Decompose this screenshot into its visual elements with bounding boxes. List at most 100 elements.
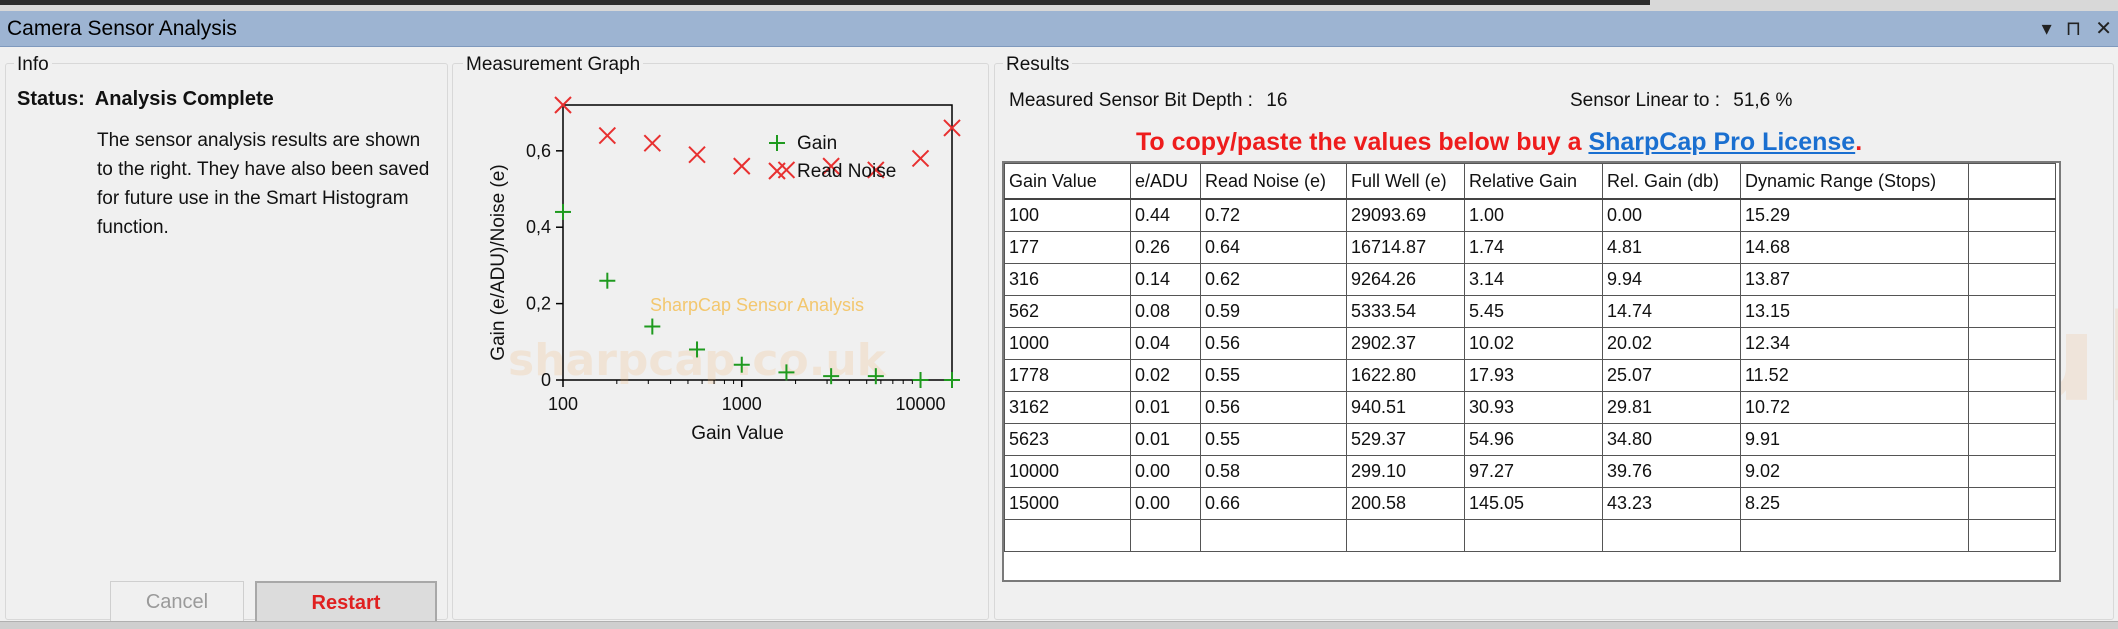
table-cell[interactable]: 0.59 bbox=[1200, 295, 1347, 328]
table-cell[interactable]: 5623 bbox=[1004, 423, 1131, 456]
table-row[interactable]: 10000 0.00 0.58 299.10 97.27 39.76 9.02 bbox=[1004, 455, 2056, 488]
table-cell[interactable]: 940.51 bbox=[1346, 391, 1465, 424]
table-cell[interactable]: 529.37 bbox=[1346, 423, 1465, 456]
close-icon[interactable]: ✕ bbox=[2095, 16, 2112, 41]
column-header[interactable]: Dynamic Range (Stops) bbox=[1740, 163, 1969, 200]
table-cell[interactable]: 10.02 bbox=[1464, 327, 1603, 360]
table-cell[interactable] bbox=[1968, 327, 2056, 360]
table-cell[interactable]: 10.72 bbox=[1740, 391, 1969, 424]
table-cell[interactable] bbox=[1968, 519, 2056, 552]
table-cell[interactable]: 0.00 bbox=[1130, 487, 1201, 520]
table-cell[interactable]: 25.07 bbox=[1602, 359, 1741, 392]
table-row[interactable]: 316 0.14 0.62 9264.26 3.14 9.94 13.87 bbox=[1004, 263, 2056, 296]
table-cell[interactable]: 3.14 bbox=[1464, 263, 1603, 296]
table-cell[interactable]: 0.04 bbox=[1130, 327, 1201, 360]
table-cell[interactable]: 54.96 bbox=[1464, 423, 1603, 456]
table-cell[interactable]: 29.81 bbox=[1602, 391, 1741, 424]
table-cell[interactable]: 177 bbox=[1004, 231, 1131, 264]
table-cell[interactable]: 1.00 bbox=[1464, 198, 1603, 232]
table-cell[interactable]: 30.93 bbox=[1464, 391, 1603, 424]
column-header[interactable]: Gain Value bbox=[1004, 163, 1131, 200]
table-cell[interactable]: 97.27 bbox=[1464, 455, 1603, 488]
table-row[interactable]: 100 0.44 0.72 29093.69 1.00 0.00 15.29 bbox=[1004, 198, 2056, 232]
table-cell[interactable] bbox=[1464, 519, 1603, 552]
table-cell[interactable]: 100 bbox=[1004, 198, 1131, 232]
table-cell[interactable] bbox=[1004, 519, 1131, 552]
table-cell[interactable]: 43.23 bbox=[1602, 487, 1741, 520]
table-cell[interactable]: 14.68 bbox=[1740, 231, 1969, 264]
table-cell[interactable]: 4.81 bbox=[1602, 231, 1741, 264]
table-cell[interactable]: 29093.69 bbox=[1346, 198, 1465, 232]
table-cell[interactable]: 0.02 bbox=[1130, 359, 1201, 392]
table-cell[interactable] bbox=[1130, 519, 1201, 552]
table-row[interactable]: 562 0.08 0.59 5333.54 5.45 14.74 13.15 bbox=[1004, 295, 2056, 328]
table-cell[interactable]: 0.72 bbox=[1200, 198, 1347, 232]
table-cell[interactable]: 0.66 bbox=[1200, 487, 1347, 520]
table-cell[interactable] bbox=[1968, 359, 2056, 392]
column-header[interactable]: e/ADU bbox=[1130, 163, 1201, 200]
table-cell[interactable]: 13.87 bbox=[1740, 263, 1969, 296]
table-cell[interactable]: 9.94 bbox=[1602, 263, 1741, 296]
table-cell[interactable]: 14.74 bbox=[1602, 295, 1741, 328]
table-cell[interactable] bbox=[1740, 519, 1969, 552]
table-row[interactable]: 177 0.26 0.64 16714.87 1.74 4.81 14.68 bbox=[1004, 231, 2056, 264]
table-cell[interactable]: 8.25 bbox=[1740, 487, 1969, 520]
table-cell[interactable] bbox=[1200, 519, 1347, 552]
table-cell[interactable] bbox=[1968, 391, 2056, 424]
table-cell[interactable]: 1622.80 bbox=[1346, 359, 1465, 392]
table-cell[interactable]: 0.62 bbox=[1200, 263, 1347, 296]
table-cell[interactable] bbox=[1346, 519, 1465, 552]
table-cell[interactable]: 13.15 bbox=[1740, 295, 1969, 328]
table-cell[interactable]: 17.93 bbox=[1464, 359, 1603, 392]
table-cell[interactable]: 15.29 bbox=[1740, 198, 1969, 232]
table-row[interactable]: 5623 0.01 0.55 529.37 54.96 34.80 9.91 bbox=[1004, 423, 2056, 456]
table-cell[interactable]: 0.00 bbox=[1602, 198, 1741, 232]
table-cell[interactable]: 15000 bbox=[1004, 487, 1131, 520]
table-cell[interactable]: 9264.26 bbox=[1346, 263, 1465, 296]
table-cell[interactable]: 1000 bbox=[1004, 327, 1131, 360]
table-cell[interactable]: 0.55 bbox=[1200, 359, 1347, 392]
table-cell[interactable]: 1778 bbox=[1004, 359, 1131, 392]
table-cell[interactable]: 39.76 bbox=[1602, 455, 1741, 488]
table-cell[interactable]: 0.56 bbox=[1200, 391, 1347, 424]
table-cell[interactable]: 16714.87 bbox=[1346, 231, 1465, 264]
table-cell[interactable]: 0.01 bbox=[1130, 391, 1201, 424]
table-cell[interactable] bbox=[1968, 423, 2056, 456]
table-cell[interactable] bbox=[1968, 231, 2056, 264]
table-cell[interactable] bbox=[1968, 487, 2056, 520]
table-cell[interactable]: 5333.54 bbox=[1346, 295, 1465, 328]
cancel-button[interactable]: Cancel bbox=[110, 581, 244, 623]
table-cell[interactable]: 10000 bbox=[1004, 455, 1131, 488]
table-cell[interactable]: 34.80 bbox=[1602, 423, 1741, 456]
table-cell[interactable] bbox=[1968, 295, 2056, 328]
table-cell[interactable]: 20.02 bbox=[1602, 327, 1741, 360]
table-cell[interactable] bbox=[1968, 455, 2056, 488]
table-cell[interactable] bbox=[1602, 519, 1741, 552]
table-cell[interactable]: 0.00 bbox=[1130, 455, 1201, 488]
table-row[interactable] bbox=[1004, 519, 2056, 552]
pro-license-link[interactable]: SharpCap Pro License bbox=[1588, 128, 1855, 156]
column-header[interactable]: Full Well (e) bbox=[1346, 163, 1465, 200]
table-cell[interactable]: 2902.37 bbox=[1346, 327, 1465, 360]
table-cell[interactable] bbox=[1968, 263, 2056, 296]
table-cell[interactable]: 0.26 bbox=[1130, 231, 1201, 264]
table-cell[interactable]: 0.44 bbox=[1130, 198, 1201, 232]
column-header[interactable]: Relative Gain bbox=[1464, 163, 1603, 200]
column-header[interactable] bbox=[1968, 163, 2056, 200]
table-cell[interactable]: 12.34 bbox=[1740, 327, 1969, 360]
table-cell[interactable]: 562 bbox=[1004, 295, 1131, 328]
table-cell[interactable]: 11.52 bbox=[1740, 359, 1969, 392]
table-cell[interactable]: 0.58 bbox=[1200, 455, 1347, 488]
table-cell[interactable]: 145.05 bbox=[1464, 487, 1603, 520]
table-cell[interactable]: 3162 bbox=[1004, 391, 1131, 424]
column-header[interactable]: Read Noise (e) bbox=[1200, 163, 1347, 200]
table-cell[interactable]: 0.14 bbox=[1130, 263, 1201, 296]
column-header[interactable]: Rel. Gain (db) bbox=[1602, 163, 1741, 200]
table-cell[interactable]: 9.02 bbox=[1740, 455, 1969, 488]
table-cell[interactable] bbox=[1968, 198, 2056, 232]
restart-button[interactable]: Restart bbox=[255, 581, 437, 625]
table-cell[interactable]: 1.74 bbox=[1464, 231, 1603, 264]
table-cell[interactable]: 316 bbox=[1004, 263, 1131, 296]
pin-icon[interactable]: ⊓ bbox=[2066, 16, 2082, 41]
results-table-container[interactable]: Gain Value e/ADU Read Noise (e) Full Well (… bbox=[1002, 161, 2061, 582]
